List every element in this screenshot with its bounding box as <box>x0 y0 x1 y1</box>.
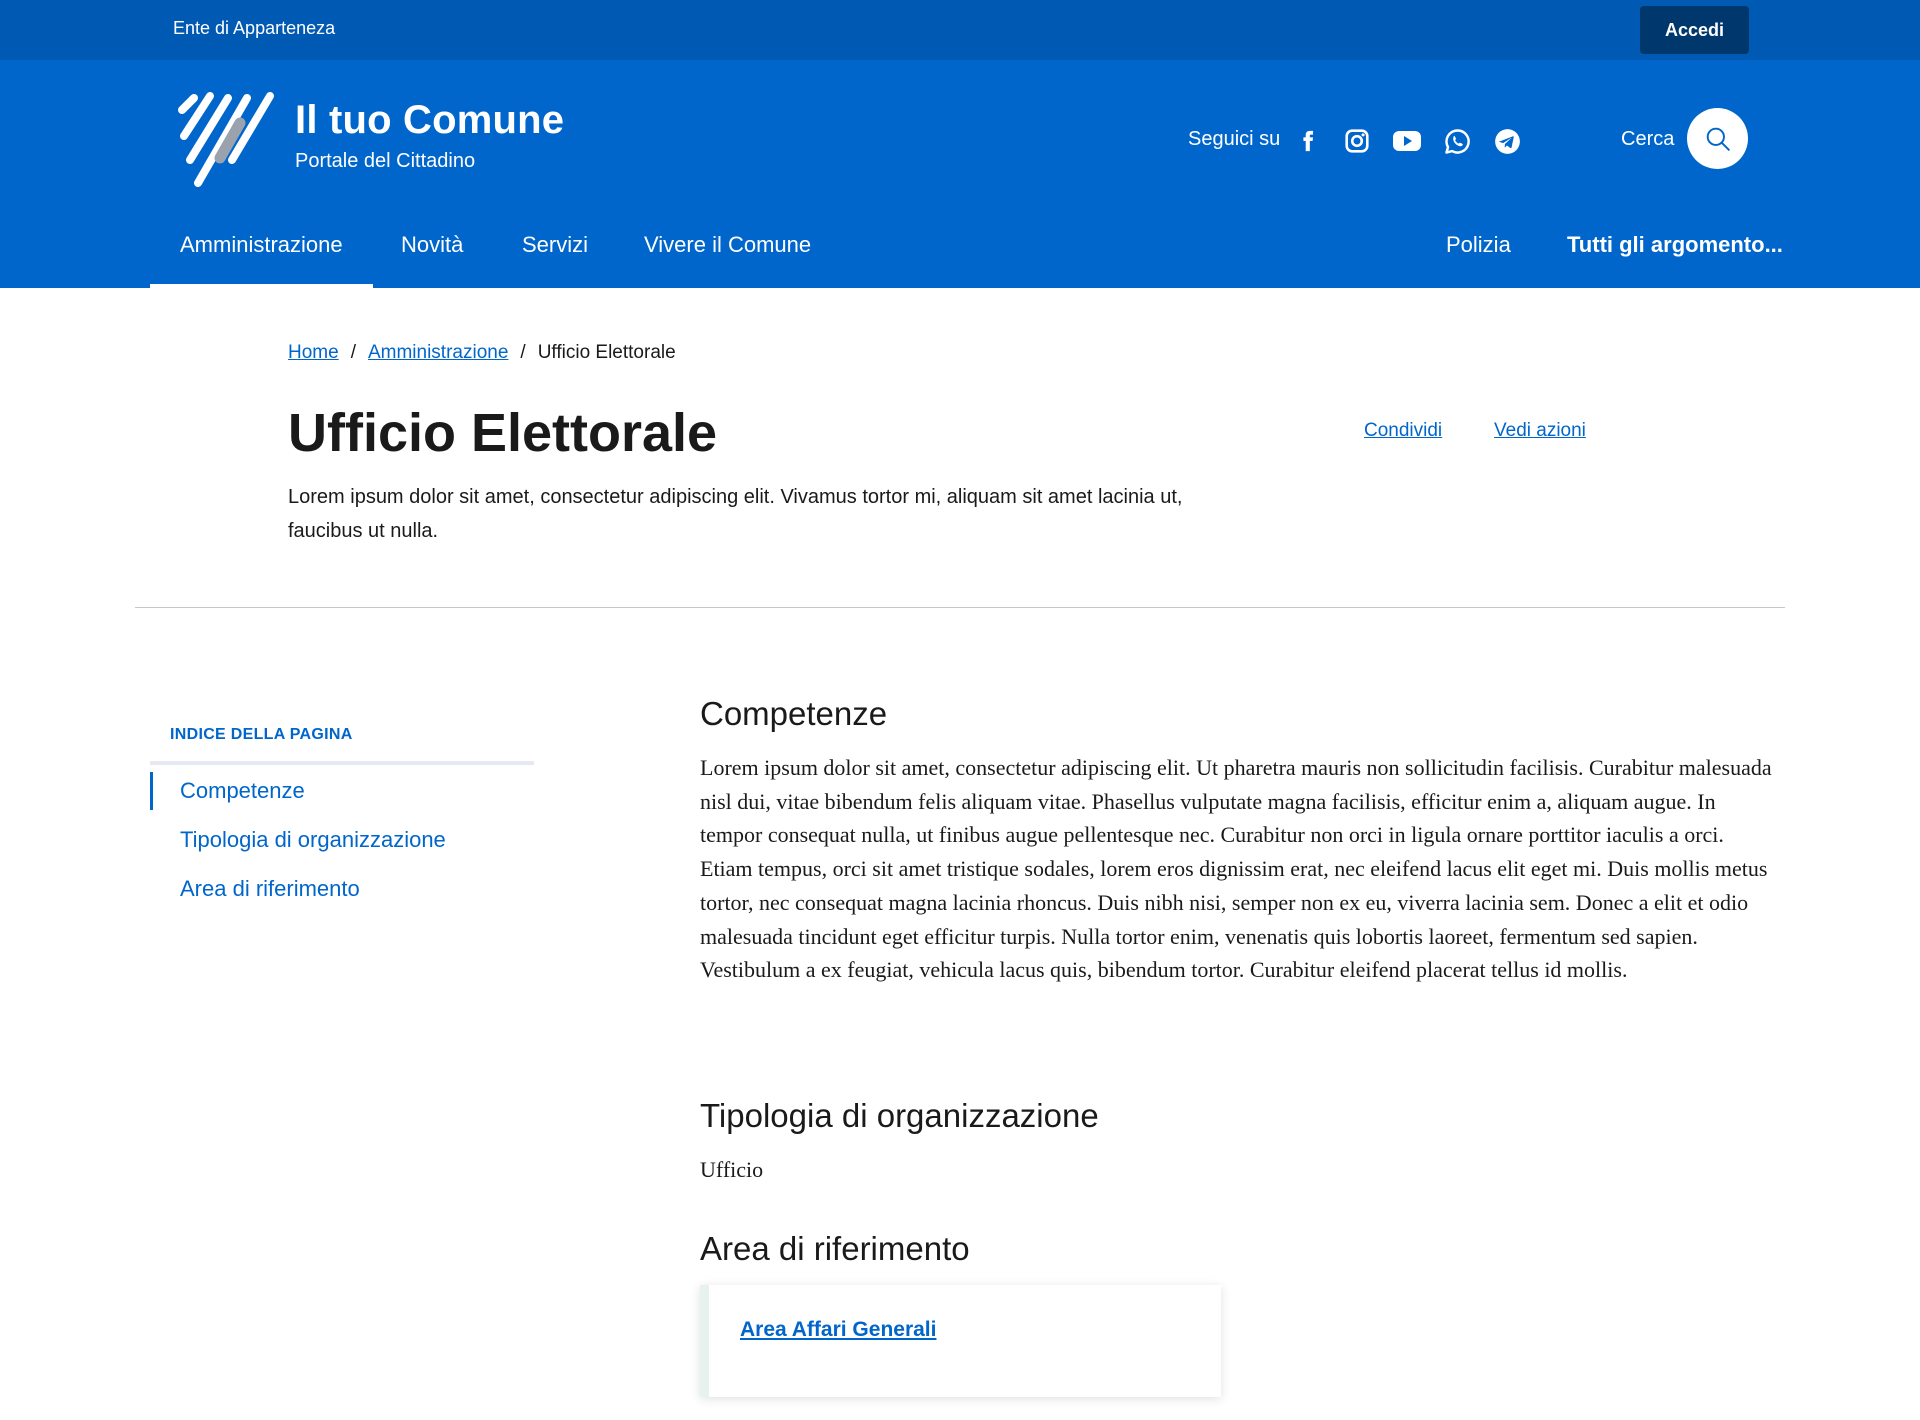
page-lead: Lorem ipsum dolor sit amet, consectetur … <box>288 486 1183 542</box>
breadcrumb-separator: / <box>520 342 526 363</box>
index-link-tipologia[interactable]: Tipologia di organizzazione <box>180 827 446 853</box>
instagram-icon[interactable] <box>1342 126 1372 156</box>
area-card-link[interactable]: Area Affari Generali <box>740 1318 936 1342</box>
ente-label[interactable]: Ente di Apparteneza <box>173 18 335 39</box>
see-actions-link[interactable]: Vedi azioni <box>1494 420 1586 442</box>
section-text-tipologia: Ufficio <box>700 1157 764 1182</box>
brand-subtitle: Portale del Cittadino <box>295 150 476 172</box>
facebook-icon[interactable] <box>1293 126 1323 156</box>
breadcrumb-current: Ufficio Elettorale <box>537 342 676 363</box>
area-card[interactable]: Area Affari Generali <box>700 1285 1221 1397</box>
breadcrumb-home-link[interactable]: Home <box>288 342 339 363</box>
breadcrumb-separator: / <box>350 342 356 363</box>
search-label: Cerca <box>1621 128 1675 150</box>
nav-amministrazione[interactable]: Amministrazione <box>150 232 373 288</box>
breadcrumb: Home / Amministrazione / Ufficio Elettorale <box>288 342 676 364</box>
telegram-icon[interactable] <box>1492 126 1522 156</box>
nav-tutti-gli-argomenti[interactable]: Tutti gli argomento... <box>1567 232 1783 288</box>
whatsapp-icon[interactable] <box>1442 126 1472 156</box>
section-text-competenze: Lorem ipsum dolor sit amet, consectetur … <box>700 755 1772 983</box>
nav-servizi[interactable]: Servizi <box>522 232 588 288</box>
section-title-competenze: Competenze <box>700 695 888 732</box>
page-divider <box>135 607 1785 608</box>
breadcrumb-amministrazione-link[interactable]: Amministrazione <box>368 342 508 363</box>
section-title-area: Area di riferimento <box>700 1230 970 1267</box>
page-index-active-indicator <box>150 772 153 810</box>
social-label: Seguici su <box>1188 128 1281 150</box>
slim-header: Ente di Apparteneza Accedi <box>0 0 1920 60</box>
search-button[interactable] <box>1687 108 1748 169</box>
page-index-title: INDICE DELLA PAGINA <box>170 726 353 743</box>
comune-logo-icon[interactable] <box>172 88 277 193</box>
nav-novita[interactable]: Novità <box>401 232 463 288</box>
login-button[interactable]: Accedi <box>1640 6 1749 54</box>
page-title: Ufficio Elettorale <box>288 403 718 463</box>
search-icon <box>1706 127 1730 151</box>
index-link-competenze[interactable]: Competenze <box>180 778 305 804</box>
youtube-icon[interactable] <box>1392 126 1422 156</box>
brand-title[interactable]: Il tuo Comune <box>295 98 564 143</box>
share-link[interactable]: Condividi <box>1364 420 1442 442</box>
index-link-area[interactable]: Area di riferimento <box>180 876 360 902</box>
nav-vivere-il-comune[interactable]: Vivere il Comune <box>644 232 811 288</box>
center-header: Il tuo Comune Portale del Cittadino Segu… <box>0 60 1920 288</box>
nav-polizia[interactable]: Polizia <box>1446 232 1511 288</box>
section-title-tipologia: Tipologia di organizzazione <box>700 1097 1099 1134</box>
page-index-progress-bar <box>150 761 534 765</box>
